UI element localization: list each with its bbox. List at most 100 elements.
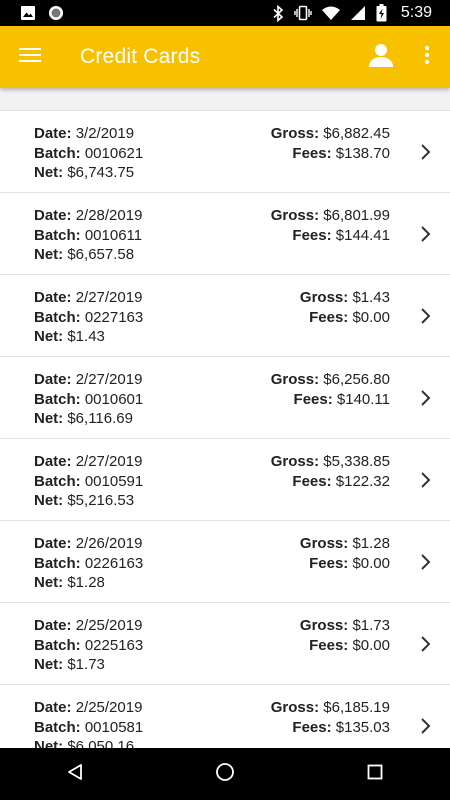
gross-value: $5,338.85 (323, 453, 390, 470)
gross-label: Gross: (270, 207, 320, 224)
date-label: Date: (34, 699, 72, 716)
fees-line: Fees: $138.70 (271, 144, 390, 164)
batch-info-right: Gross: $1.73 Fees: $0.00 (300, 616, 390, 655)
batch-info-left: Date: 2/27/2019 Batch: 0010591 Net: $5,216… (34, 452, 143, 511)
gross-line: Gross: $1.28 (300, 534, 390, 554)
net-label: Net: (34, 246, 64, 263)
batch-list[interactable]: Date: 3/2/2019 Batch: 0010621 Net: $6,743.… (0, 110, 450, 748)
chevron-right-icon (418, 224, 432, 244)
list-item[interactable]: Date: 2/27/2019 Batch: 0010601 Net: $6,116… (0, 357, 450, 439)
page-title: Credit Cards (80, 45, 201, 68)
date-label: Date: (34, 535, 72, 552)
batch-label: Batch: (34, 308, 81, 326)
gross-value: $6,882.45 (323, 125, 390, 142)
status-left-icons (0, 5, 64, 21)
date-value: 2/28/2019 (75, 207, 143, 224)
gross-line: Gross: $6,256.80 (271, 370, 390, 390)
back-triangle-icon (66, 763, 84, 786)
batch-line: Batch: 0227163 (34, 308, 143, 328)
hamburger-menu-icon (19, 47, 41, 68)
status-time: 5:39 (400, 4, 432, 21)
vibrate-icon (294, 5, 312, 21)
list-item[interactable]: Date: 2/28/2019 Batch: 0010611 Net: $6,657… (0, 193, 450, 275)
date-value: 2/26/2019 (75, 535, 143, 552)
home-button[interactable] (185, 748, 265, 800)
navigation-bar (0, 748, 450, 800)
batch-value: 0010611 (84, 226, 143, 244)
date-line: Date: 2/25/2019 (34, 616, 143, 636)
fees-line: Fees: $135.03 (271, 718, 390, 738)
batch-line: Batch: 0010581 (34, 718, 143, 738)
app-bar-actions (358, 26, 450, 88)
fees-label: Fees: (292, 472, 332, 490)
date-value: 2/27/2019 (75, 289, 143, 306)
date-label: Date: (34, 617, 72, 634)
batch-info-right: Gross: $5,338.85 Fees: $122.32 (271, 452, 390, 491)
list-item[interactable]: Date: 2/26/2019 Batch: 0226163 Net: $1.28 G… (0, 521, 450, 603)
gross-line: Gross: $6,882.45 (271, 124, 390, 144)
batch-label: Batch: (34, 718, 81, 736)
batch-label: Batch: (34, 554, 81, 572)
gross-line: Gross: $5,338.85 (271, 452, 390, 472)
list-item[interactable]: Date: 2/27/2019 Batch: 0010591 Net: $5,216… (0, 439, 450, 521)
person-icon (368, 42, 394, 73)
batch-label: Batch: (34, 144, 81, 162)
net-label: Net: (34, 492, 64, 509)
batch-info-right: Gross: $6,185.19 Fees: $135.03 (271, 698, 390, 737)
chevron-right-icon (418, 552, 432, 572)
net-value: $6,743.75 (67, 164, 135, 181)
date-line: Date: 3/2/2019 (34, 124, 143, 144)
net-value: $6,116.69 (67, 410, 133, 427)
fees-line: Fees: $122.32 (271, 472, 390, 492)
date-label: Date: (34, 289, 72, 306)
batch-info-left: Date: 2/27/2019 Batch: 0227163 Net: $1.43 (34, 288, 143, 347)
list-item[interactable]: Date: 2/25/2019 Batch: 0010581 Net: $6,050… (0, 685, 450, 748)
net-line: Net: $1.73 (34, 655, 143, 675)
batch-line: Batch: 0010601 (34, 390, 143, 410)
net-label: Net: (34, 410, 64, 427)
gross-label: Gross: (270, 371, 320, 388)
signal-icon (350, 5, 366, 21)
batch-info-right: Gross: $6,801.99 Fees: $144.41 (271, 206, 390, 245)
fees-value: $144.41 (335, 226, 390, 244)
date-line: Date: 2/28/2019 (34, 206, 142, 226)
overflow-menu-button[interactable] (404, 26, 450, 88)
recents-button[interactable] (335, 748, 415, 800)
list-item[interactable]: Date: 3/2/2019 Batch: 0010621 Net: $6,743.… (0, 110, 450, 193)
net-label: Net: (34, 738, 64, 748)
batch-info-left: Date: 2/27/2019 Batch: 0010601 Net: $6,116… (34, 370, 143, 429)
batch-label: Batch: (34, 472, 81, 490)
net-value: $1.73 (67, 656, 105, 673)
date-label: Date: (34, 453, 72, 470)
net-value: $6,050.16 (67, 738, 135, 748)
list-item[interactable]: Date: 2/27/2019 Batch: 0227163 Net: $1.43 G… (0, 275, 450, 357)
net-value: $6,657.58 (67, 246, 135, 263)
batch-value: 0010601 (84, 390, 144, 408)
fees-label: Fees: (292, 718, 332, 736)
fees-line: Fees: $0.00 (300, 554, 390, 574)
net-value: $1.43 (67, 328, 105, 345)
back-button[interactable] (35, 748, 115, 800)
batch-line: Batch: 0010611 (34, 226, 142, 246)
net-line: Net: $6,050.16 (34, 737, 143, 748)
chevron-right-icon (418, 634, 432, 654)
fees-line: Fees: $0.00 (300, 636, 390, 656)
batch-line: Batch: 0010591 (34, 472, 143, 492)
net-line: Net: $1.28 (34, 573, 143, 593)
app-bar: Credit Cards (0, 26, 450, 88)
batch-line: Batch: 0225163 (34, 636, 143, 656)
hamburger-menu-button[interactable] (2, 26, 58, 88)
net-value: $1.28 (67, 574, 105, 591)
gross-line: Gross: $1.73 (300, 616, 390, 636)
fees-value: $140.11 (336, 390, 390, 408)
gross-value: $1.73 (352, 617, 390, 634)
chevron-right-icon (418, 716, 432, 736)
gross-value: $1.43 (352, 289, 390, 306)
net-line: Net: $6,743.75 (34, 163, 143, 183)
batch-info-left: Date: 2/28/2019 Batch: 0010611 Net: $6,657… (34, 206, 142, 265)
batch-info-right: Gross: $6,256.80 Fees: $140.11 (271, 370, 390, 409)
circle-notification-icon (48, 5, 64, 21)
list-item[interactable]: Date: 2/25/2019 Batch: 0225163 Net: $1.73 G… (0, 603, 450, 685)
gross-label: Gross: (270, 125, 320, 142)
profile-button[interactable] (358, 26, 404, 88)
